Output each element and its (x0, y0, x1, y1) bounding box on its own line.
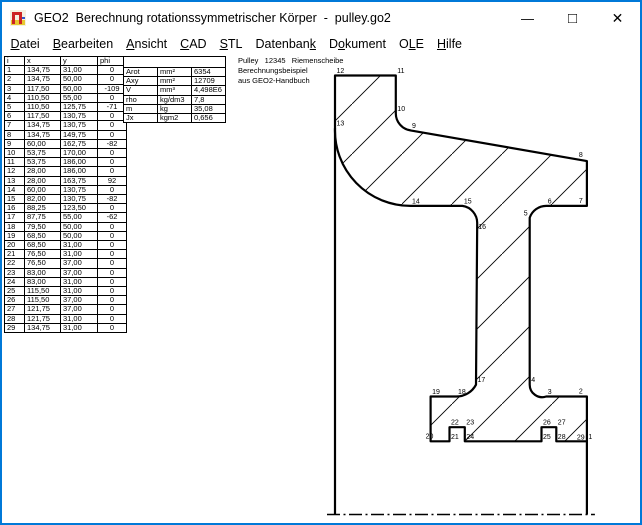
title-bar: GEO2 Berechnung rotationssymmetrischer K… (2, 2, 640, 34)
point-label: 2 (579, 389, 583, 396)
point-label: 8 (579, 152, 583, 159)
menu-bar: DateiBearbeitenAnsichtCADSTLDatenbankDok… (2, 34, 640, 54)
point-label: 19 (432, 389, 440, 396)
point-label: 20 (426, 433, 434, 440)
point-label: 22 (451, 420, 459, 427)
point-label: 3 (548, 389, 552, 396)
point-label: 9 (412, 123, 416, 130)
point-label: 13 (337, 121, 345, 128)
point-label: 14 (412, 198, 420, 205)
point-label: 29 (577, 434, 585, 441)
point-label: 27 (558, 420, 566, 427)
menu-item-ole[interactable]: OLE (392, 36, 430, 53)
point-label: 17 (478, 377, 486, 384)
point-label: 12 (337, 68, 345, 75)
point-label: 10 (397, 106, 405, 113)
menu-item-dokument[interactable]: Dokument (322, 36, 392, 53)
point-label: 7 (579, 198, 583, 205)
point-label: 4 (531, 377, 535, 384)
minimize-button[interactable]: — (505, 2, 550, 34)
maximize-button[interactable]: □ (550, 2, 595, 34)
point-label: 18 (458, 389, 466, 396)
drawing-canvas[interactable]: 1234567891011121314151617181920212223242… (2, 54, 640, 523)
point-label: 16 (478, 224, 486, 231)
client-area: ixyphi1134,7531,0002134,7550,0003117,505… (2, 54, 640, 523)
point-label: 11 (397, 68, 404, 75)
point-label: 5 (524, 211, 528, 218)
menu-item-cad[interactable]: CAD (174, 36, 213, 53)
point-label: 26 (543, 420, 551, 427)
menu-item-datenbank[interactable]: Datenbank (249, 36, 322, 53)
menu-item-hilfe[interactable]: Hilfe (430, 36, 468, 53)
pulley-profile[interactable] (335, 76, 587, 442)
point-label: 28 (558, 434, 566, 441)
menu-item-bearbeiten[interactable]: Bearbeiten (46, 36, 119, 53)
window-title: GEO2 Berechnung rotationssymmetrischer K… (34, 11, 505, 25)
close-button[interactable]: ✕ (595, 2, 640, 34)
app-window: GEO2 Berechnung rotationssymmetrischer K… (0, 0, 642, 525)
point-label: 6 (548, 198, 552, 205)
point-label: 23 (466, 420, 474, 427)
point-label: 25 (543, 434, 551, 441)
point-label: 24 (466, 434, 474, 441)
point-label: 1 (588, 434, 592, 441)
point-label: 21 (451, 434, 459, 441)
menu-item-datei[interactable]: Datei (4, 36, 46, 53)
menu-item-stl[interactable]: STL (213, 36, 249, 53)
menu-item-ansicht[interactable]: Ansicht (120, 36, 174, 53)
app-icon[interactable] (10, 10, 26, 26)
point-label: 15 (464, 198, 472, 205)
